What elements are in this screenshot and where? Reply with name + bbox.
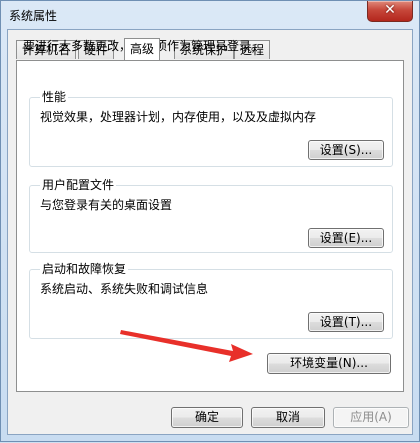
tab-advanced[interactable]: 高级 <box>124 38 161 60</box>
arrow-shape <box>120 330 253 362</box>
system-properties-window: 系统属性 ✕ 计算机名 硬件 高级 系统保护 远程 要进行大多数更改，您必须作为… <box>0 0 420 442</box>
annotation-arrow-icon <box>120 330 253 362</box>
